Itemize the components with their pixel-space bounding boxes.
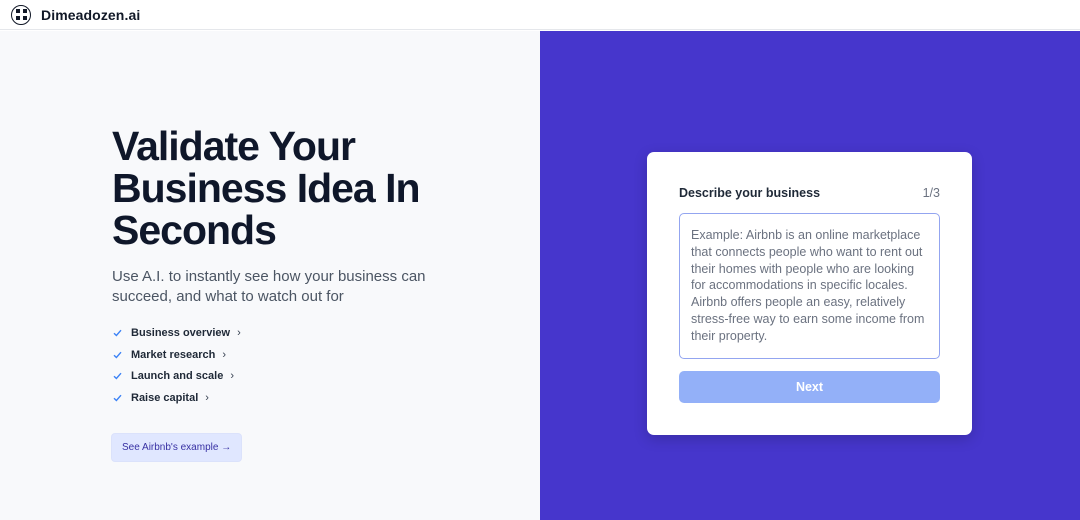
business-description-input[interactable]: Example: Airbnb is an online marketplace… bbox=[679, 213, 940, 359]
brand-name[interactable]: Dimeadozen.ai bbox=[41, 7, 140, 23]
check-icon bbox=[113, 329, 127, 337]
hero-panel: Validate Your Business Idea In Seconds U… bbox=[0, 31, 540, 520]
hero-title-line-3: Seconds bbox=[112, 207, 277, 253]
hero-title-line-2: Business Idea In bbox=[112, 165, 421, 211]
feature-item-business-overview[interactable]: Business overview › bbox=[113, 322, 241, 344]
feature-item-raise-capital[interactable]: Raise capital › bbox=[113, 387, 241, 409]
coin-logo-icon[interactable] bbox=[11, 4, 31, 25]
next-button[interactable]: Next bbox=[679, 371, 940, 403]
hero-title: Validate Your Business Idea In Seconds bbox=[112, 125, 512, 251]
check-icon bbox=[113, 372, 127, 380]
feature-label: Raise capital bbox=[131, 391, 199, 404]
chevron-right-icon: › bbox=[230, 370, 234, 383]
hero-title-line-1: Validate Your bbox=[112, 123, 356, 169]
step-indicator: 1/3 bbox=[922, 186, 940, 200]
chevron-right-icon: › bbox=[237, 326, 241, 339]
feature-list: Business overview › Market research › La… bbox=[113, 322, 241, 409]
feature-label: Business overview bbox=[131, 326, 231, 339]
chevron-right-icon: › bbox=[205, 391, 209, 404]
feature-label: Launch and scale bbox=[131, 370, 224, 383]
form-label: Describe your business bbox=[679, 186, 821, 200]
feature-item-launch-and-scale[interactable]: Launch and scale › bbox=[113, 365, 241, 387]
check-icon bbox=[113, 351, 127, 359]
description-placeholder: Example: Airbnb is an online marketplace… bbox=[691, 228, 925, 343]
hero-subtitle: Use A.I. to instantly see how your busin… bbox=[112, 268, 426, 305]
business-form-card: Describe your business 1/3 Example: Airb… bbox=[647, 152, 972, 435]
feature-label: Market research bbox=[131, 348, 216, 361]
see-example-button[interactable]: See Airbnb's example → bbox=[111, 433, 243, 462]
chevron-right-icon: › bbox=[222, 348, 227, 361]
form-panel: Describe your business 1/3 Example: Airb… bbox=[540, 31, 1080, 520]
check-icon bbox=[113, 394, 127, 402]
logo-glyph bbox=[15, 9, 27, 20]
feature-item-market-research[interactable]: Market research › bbox=[113, 344, 241, 366]
top-bar: Dimeadozen.ai bbox=[0, 0, 1080, 30]
